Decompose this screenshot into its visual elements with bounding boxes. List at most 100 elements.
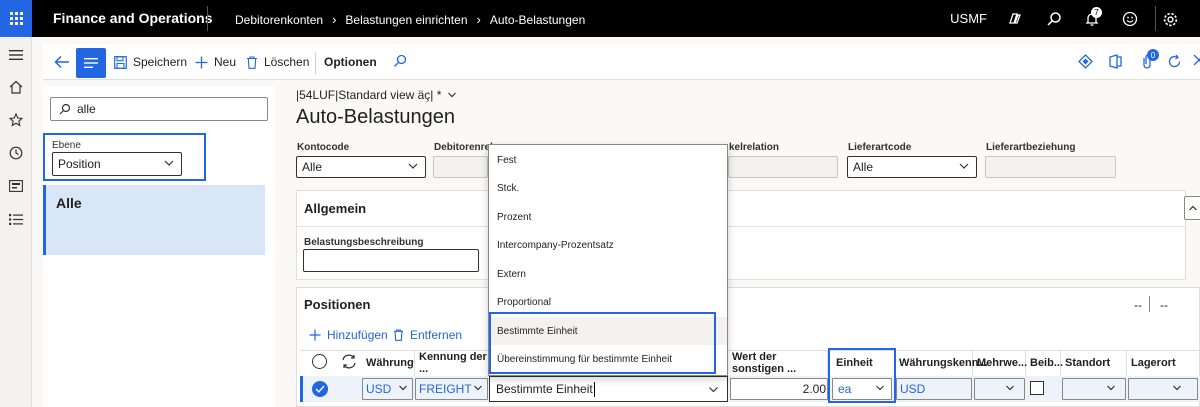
company-picker[interactable]: USMF: [950, 11, 987, 26]
beibehalten-checkbox[interactable]: [1030, 381, 1044, 395]
hamburger-icon[interactable]: [6, 45, 26, 65]
filter-search-input[interactable]: alle: [50, 97, 268, 121]
refresh-grid-icon[interactable]: [341, 354, 357, 372]
collapse-button[interactable]: [1184, 196, 1200, 220]
dropdown-option[interactable]: Intercompany-Prozentsatz: [489, 231, 727, 259]
back-button[interactable]: [51, 51, 73, 73]
mehrwertsteuer-select[interactable]: [974, 378, 1025, 400]
artikelrelation-field: [728, 156, 838, 178]
dropdown-option[interactable]: Extern: [489, 260, 727, 288]
dropdown-option[interactable]: Fest: [489, 146, 727, 174]
new-label: Neu: [214, 55, 237, 69]
column-header-beibehalten[interactable]: Beib...: [1026, 350, 1063, 376]
add-line-label: Hinzufügen: [327, 328, 388, 342]
chevron-down-icon: [408, 163, 418, 169]
list-icon: [84, 58, 98, 68]
notification-badge: 7: [1091, 7, 1102, 18]
view-selector[interactable]: |54LUF|Standard view äç| *: [296, 88, 457, 102]
column-header-standort[interactable]: Standort: [1061, 350, 1127, 376]
add-line-button[interactable]: Hinzufügen: [309, 328, 388, 342]
pager-prev[interactable]: --: [1134, 298, 1142, 312]
bell-icon[interactable]: 7: [1080, 7, 1104, 31]
column-header-waehrungskennung[interactable]: Währungskenn...: [895, 350, 988, 376]
star-icon[interactable]: [6, 110, 26, 130]
breadcrumb-item[interactable]: Belastungen einrichten: [345, 13, 467, 27]
positionen-title[interactable]: Positionen: [304, 297, 370, 312]
options-label: Optionen: [324, 55, 377, 69]
standort-select[interactable]: [1062, 378, 1126, 400]
remove-line-button[interactable]: Entfernen: [393, 328, 462, 342]
workspace-icon[interactable]: [6, 176, 26, 196]
close-icon[interactable]: [1193, 54, 1200, 69]
belastungsbeschreibung-input[interactable]: [303, 249, 479, 272]
attachment-icon[interactable]: 0: [1140, 49, 1159, 72]
clock-icon[interactable]: [6, 143, 26, 163]
new-button[interactable]: Neu: [195, 55, 236, 69]
trash-icon: [247, 55, 257, 69]
ebene-select[interactable]: Position: [52, 152, 182, 176]
einheit-highlight: [828, 348, 896, 403]
remove-line-label: Entfernen: [410, 328, 463, 342]
copilot-icon[interactable]: [1003, 7, 1027, 31]
save-button[interactable]: Speichern: [114, 55, 187, 69]
refresh-icon[interactable]: [1167, 54, 1182, 72]
divider: [315, 52, 316, 74]
power-apps-icon[interactable]: [1078, 54, 1093, 72]
row-selected-indicator: [300, 376, 303, 402]
modules-list-icon[interactable]: [6, 209, 26, 229]
row-checkbox[interactable]: [312, 381, 328, 397]
pager-next[interactable]: --: [1160, 298, 1168, 312]
trash-icon: [394, 329, 403, 341]
column-header-wert[interactable]: Wert der sonstigen ...: [728, 350, 828, 376]
kontocode-select[interactable]: Alle: [296, 156, 426, 178]
plus-icon: [309, 329, 321, 341]
delete-button[interactable]: Löschen: [246, 55, 309, 69]
navigation-pane: [0, 37, 32, 407]
artikelrelation-label: kelrelation: [729, 142, 780, 153]
chevron-down-icon: [959, 163, 969, 169]
chevron-down-icon: [474, 385, 482, 391]
smiley-icon[interactable]: [1118, 7, 1142, 31]
chevron-up-icon: [1188, 205, 1197, 211]
search-icon[interactable]: [1042, 7, 1066, 31]
options-tab[interactable]: Optionen: [324, 55, 377, 69]
dropdown-option[interactable]: Stck.: [489, 174, 727, 202]
chevron-down-icon: [448, 92, 457, 98]
waehrungskennung-value: USD: [900, 382, 926, 396]
belastungsbeschreibung-label: Belastungsbeschreibung: [304, 237, 424, 248]
action-search-icon[interactable]: [393, 54, 407, 71]
ebene-value: Position: [58, 157, 101, 171]
ebene-label: Ebene: [52, 140, 81, 151]
lieferartcode-select[interactable]: Alle: [847, 156, 977, 178]
dropdown-option[interactable]: Prozent: [489, 203, 727, 231]
breadcrumb: Debitorenkonten › Belastungen einrichten…: [235, 12, 585, 27]
column-header-waehrung[interactable]: Währung: [362, 350, 415, 376]
breadcrumb-item[interactable]: Debitorenkonten: [235, 13, 323, 27]
list-item[interactable]: Alle: [43, 185, 265, 255]
lagerort-select[interactable]: [1128, 378, 1198, 400]
app-launcher-button[interactable]: [0, 0, 32, 37]
gear-icon[interactable]: [1158, 7, 1182, 31]
app-name[interactable]: Finance and Operations: [53, 10, 212, 26]
office-icon[interactable]: [1109, 54, 1122, 72]
column-header-kennung[interactable]: Kennung der ...: [415, 350, 489, 376]
column-header-lagerort[interactable]: Lagerort: [1127, 350, 1200, 376]
search-icon: [59, 103, 71, 115]
select-all-checkbox[interactable]: [312, 354, 327, 369]
wert-value: 2.00: [802, 382, 826, 396]
list-view-button[interactable]: [76, 48, 106, 78]
belastung-combobox[interactable]: Bestimmte Einheit: [489, 376, 728, 402]
chevron-right-icon: ›: [476, 12, 481, 27]
home-icon[interactable]: [6, 77, 26, 97]
chevron-down-icon: [1107, 385, 1115, 391]
currency-value: USD: [366, 382, 392, 396]
belastung-value: Bestimmte Einheit: [496, 382, 593, 396]
breadcrumb-item[interactable]: Auto-Belastungen: [490, 13, 585, 27]
chevron-down-icon: [164, 160, 174, 166]
column-header-mehrwertsteuer[interactable]: Mehrwe...: [973, 350, 1027, 376]
text-cursor: [593, 381, 595, 397]
allgemein-title[interactable]: Allgemein: [304, 201, 366, 216]
kontocode-value: Alle: [302, 160, 323, 174]
chevron-down-icon: [399, 385, 407, 391]
top-bar: Finance and Operations Debitorenkonten ›…: [0, 0, 1200, 37]
